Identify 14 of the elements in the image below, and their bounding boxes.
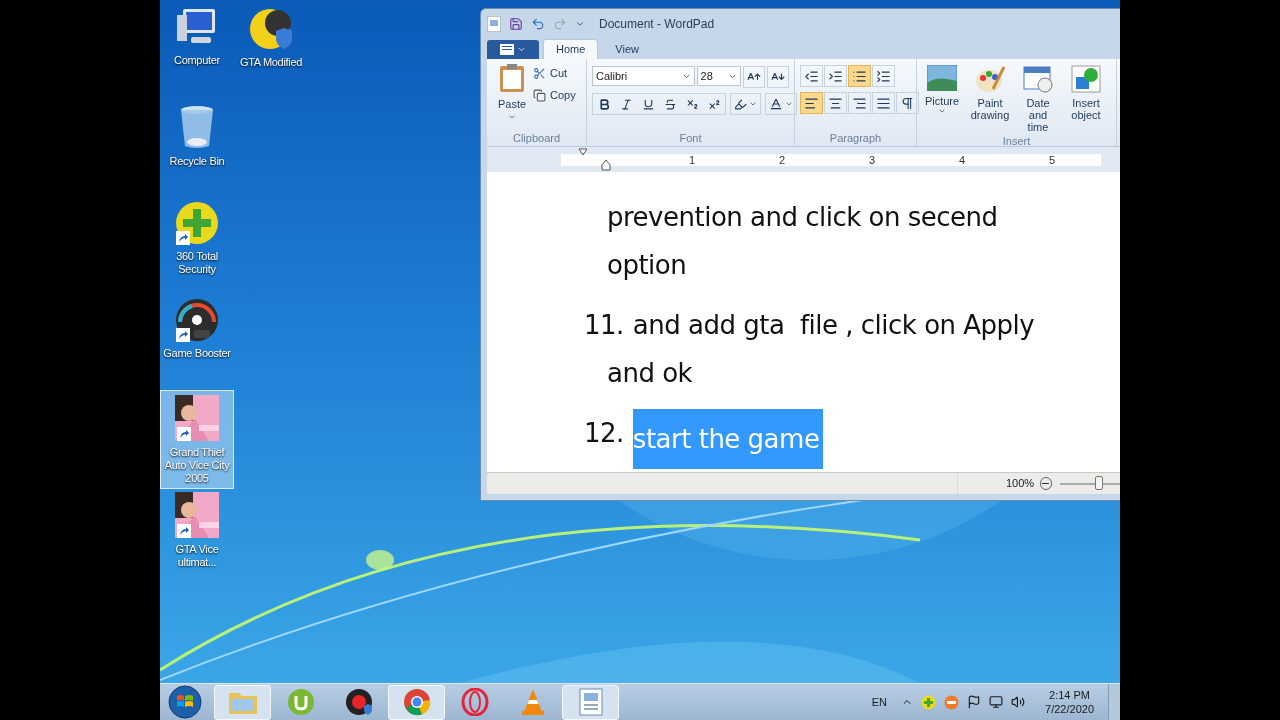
flag-icon (967, 695, 982, 709)
clock-time[interactable]: 2:14 PM (1049, 688, 1090, 702)
record-icon (344, 688, 373, 716)
clock-date[interactable]: 7/22/2020 (1045, 702, 1094, 716)
chrome-icon (402, 688, 431, 716)
wordpad-icon (578, 688, 603, 716)
utorrent-icon (286, 688, 315, 716)
language-indicator[interactable]: EN (871, 693, 888, 711)
opera-icon (460, 688, 489, 716)
volume-icon (1011, 695, 1026, 709)
traffic-cone-icon (519, 688, 546, 716)
windows-logo-icon (168, 685, 202, 719)
minus-circle-icon[interactable] (944, 694, 960, 710)
network-icon (989, 695, 1004, 709)
